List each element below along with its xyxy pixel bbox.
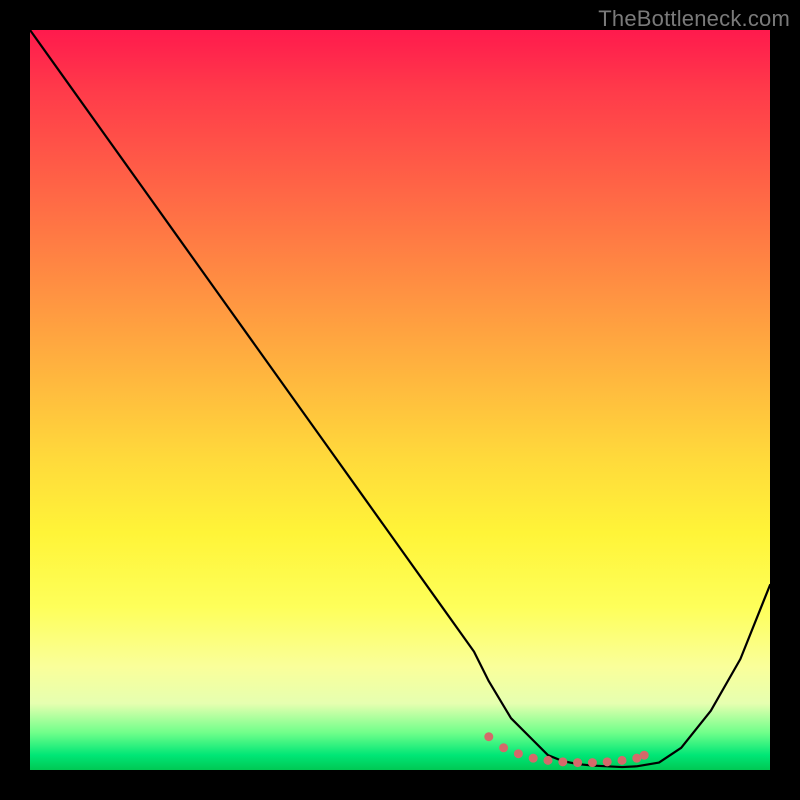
valley-dot (618, 756, 627, 765)
valley-dots (484, 732, 648, 767)
main-curve-line (30, 30, 770, 767)
chart-svg (30, 30, 770, 770)
watermark-text: TheBottleneck.com (598, 6, 790, 32)
valley-dot (484, 732, 493, 741)
valley-dot (573, 758, 582, 767)
valley-dot (499, 743, 508, 752)
valley-dot (588, 758, 597, 767)
valley-dot (544, 756, 553, 765)
valley-dot (640, 751, 649, 760)
chart-area (30, 30, 770, 770)
valley-dot (514, 749, 523, 758)
valley-dot (603, 757, 612, 766)
valley-dot (529, 754, 538, 763)
valley-dot (558, 757, 567, 766)
